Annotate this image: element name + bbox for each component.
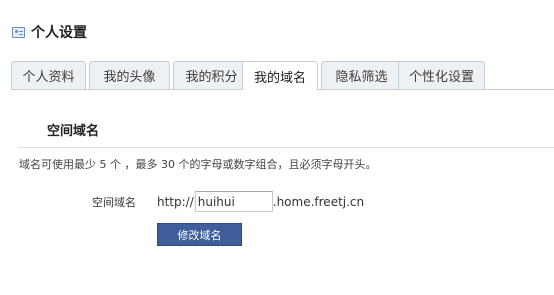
domain-input[interactable]	[194, 191, 273, 212]
profile-card-icon	[12, 26, 25, 38]
tab-profile[interactable]: 个人资料	[11, 61, 86, 89]
hint-suffix: 个的字母或数字组合，且必须字母开头。	[178, 158, 377, 171]
domain-row: http:// .home.freetj.cn	[157, 191, 364, 212]
tab-personalize[interactable]: 个性化设置	[398, 61, 485, 89]
page-header: 个人设置	[12, 22, 87, 42]
hint-middle: 个 ，最多	[110, 158, 158, 171]
settings-tabs: 个人资料 我的头像 我的积分 我的域名 隐私筛选 个性化设置	[11, 61, 554, 90]
page-title: 个人设置	[31, 25, 87, 41]
domain-field-label: 空间域名	[92, 196, 136, 209]
section-divider	[18, 147, 554, 148]
tab-privacy[interactable]: 隐私筛选	[321, 61, 402, 89]
domain-prefix: http://	[157, 194, 194, 209]
tab-points[interactable]: 我的积分	[173, 61, 250, 89]
hint-max: 30	[161, 158, 175, 171]
hint-prefix: 域名可使用最少	[19, 158, 96, 171]
domain-suffix: .home.freetj.cn	[272, 194, 365, 209]
section-title: 空间域名	[47, 124, 100, 139]
hint-min: 5	[99, 158, 107, 171]
modify-domain-button[interactable]: 修改域名	[157, 223, 242, 246]
tab-domain[interactable]: 我的域名	[242, 61, 318, 90]
domain-hint: 域名可使用最少 5 个 ，最多 30 个的字母或数字组合，且必须字母开头。	[19, 156, 377, 172]
tab-avatar[interactable]: 我的头像	[89, 61, 170, 89]
